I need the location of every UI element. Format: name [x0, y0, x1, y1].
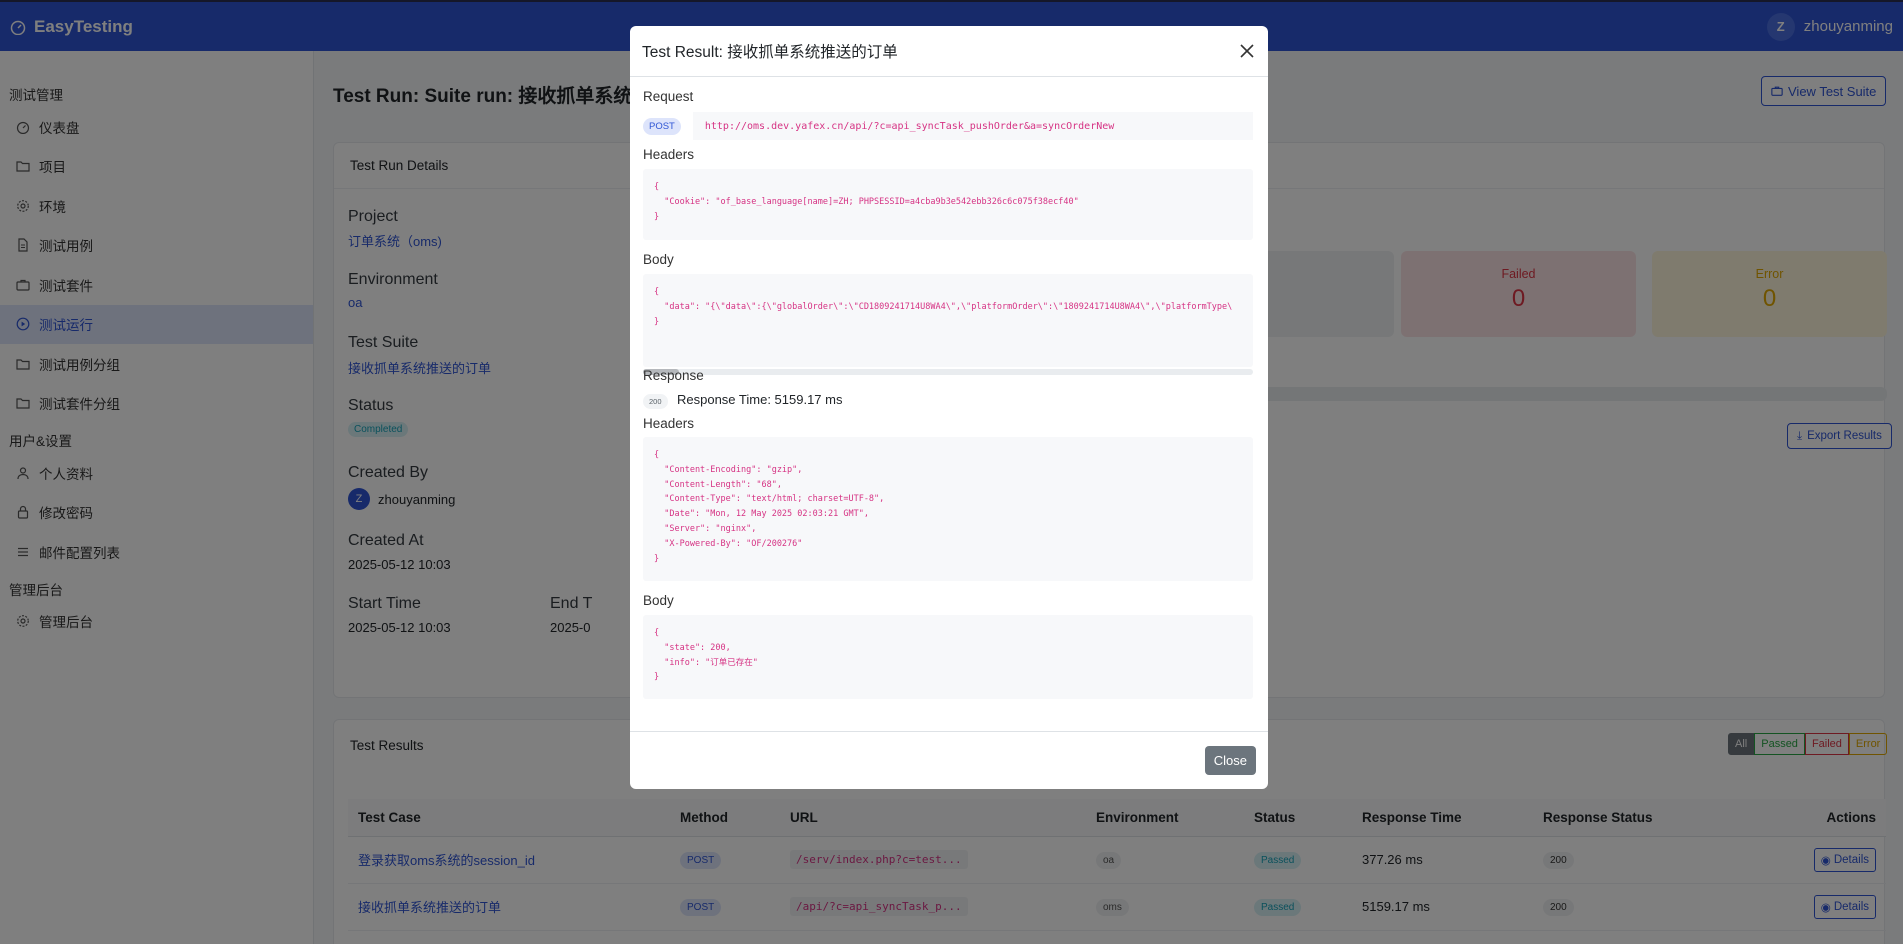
test-result-modal: Test Result: 接收抓单系统推送的订单 Request POST ht…	[630, 26, 1268, 789]
horizontal-scrollbar[interactable]	[643, 369, 1253, 375]
response-body-code: { "state": 200, "info": "订单已存在" }	[643, 615, 1253, 699]
request-headers-label: Headers	[643, 147, 695, 162]
response-headers-code: { "Content-Encoding": "gzip", "Content-L…	[643, 437, 1253, 581]
response-body-label: Body	[643, 593, 674, 608]
modal-footer: Close	[630, 731, 1268, 789]
request-url: http://oms.dev.yafex.cn/api/?c=api_syncT…	[692, 112, 1253, 140]
modal-header: Test Result: 接收抓单系统推送的订单	[630, 26, 1268, 77]
response-status-badge: 200	[643, 394, 668, 409]
request-body-code: { "data": "{\"data\":{\"globalOrder\":\"…	[643, 274, 1253, 367]
response-time: Response Time: 5159.17 ms	[677, 392, 843, 407]
request-body-label: Body	[643, 252, 674, 267]
request-url-row: POST http://oms.dev.yafex.cn/api/?c=api_…	[643, 112, 1253, 140]
response-headers-label: Headers	[643, 416, 695, 431]
request-headers-code: { "Cookie": "of_base_language[name]=ZH; …	[643, 169, 1253, 240]
close-button[interactable]: Close	[1204, 746, 1256, 775]
method-badge: POST	[643, 117, 681, 135]
modal-title: Test Result: 接收抓单系统推送的订单	[642, 44, 898, 61]
request-label: Request	[643, 89, 694, 104]
close-icon[interactable]	[1238, 42, 1256, 60]
response-label: Response	[643, 368, 704, 383]
